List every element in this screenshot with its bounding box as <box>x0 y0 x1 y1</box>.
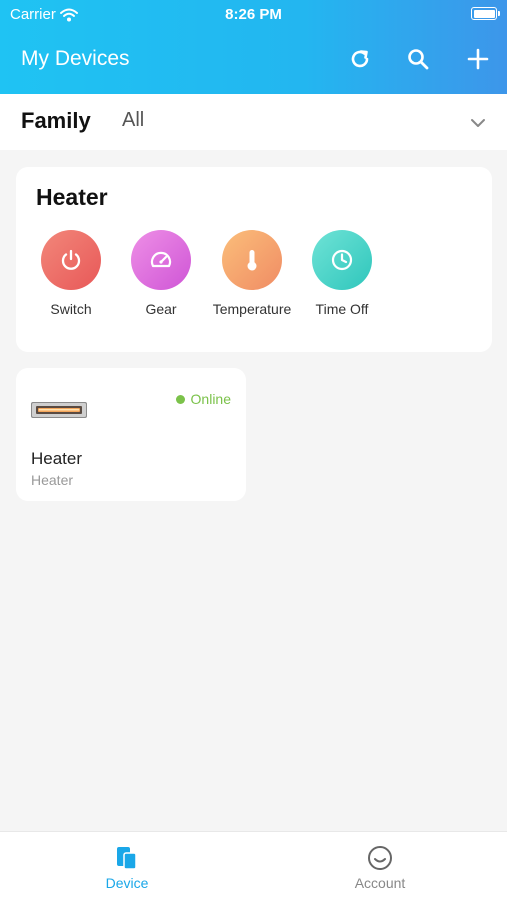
bottom-nav: Device Account <box>0 831 507 900</box>
online-dot <box>175 394 185 404</box>
action-temperature[interactable]: Temperature <box>212 230 292 317</box>
device-subtitle: Heater <box>31 472 74 488</box>
tab-all[interactable]: All <box>122 109 144 132</box>
nav-label-device: Device <box>105 875 149 891</box>
add-icon[interactable] <box>465 46 491 72</box>
status-bar: Carrier 8:26 PM <box>0 0 507 28</box>
refresh-icon[interactable] <box>347 46 373 72</box>
search-icon[interactable] <box>405 46 431 72</box>
thermometer-icon <box>222 230 282 290</box>
scene-title: Heater <box>36 184 108 210</box>
status-badge: Online <box>175 391 231 407</box>
action-label: Switch <box>50 301 92 317</box>
page-title: My Devices <box>21 47 130 70</box>
device-card[interactable]: Online Heater Heater <box>16 368 246 501</box>
clock-icon <box>312 230 372 290</box>
scene-card: Heater Switch Gear Temperature Time Off <box>16 167 492 352</box>
room-tabs: Family All <box>0 94 507 150</box>
action-label: Time Off <box>315 301 369 317</box>
action-label: Temperature <box>212 301 292 317</box>
nav-account[interactable]: Account <box>320 844 440 891</box>
device-icon <box>67 844 187 872</box>
chevron-down-icon[interactable] <box>467 112 489 134</box>
action-gear[interactable]: Gear <box>121 230 201 317</box>
status-time: 8:26 PM <box>225 6 282 23</box>
heater-device-image <box>31 402 87 418</box>
status-label: Online <box>190 391 231 407</box>
tab-family[interactable]: Family <box>21 108 91 134</box>
action-label: Gear <box>145 301 177 317</box>
power-icon <box>41 230 101 290</box>
smile-icon <box>320 844 440 872</box>
action-time-off[interactable]: Time Off <box>302 230 382 317</box>
nav-device[interactable]: Device <box>67 844 187 891</box>
action-switch[interactable]: Switch <box>31 230 111 317</box>
nav-label-account: Account <box>354 875 406 891</box>
app-header: Carrier 8:26 PM My Devices <box>0 0 507 94</box>
gauge-icon <box>131 230 191 290</box>
battery-icon <box>471 7 500 20</box>
device-name: Heater <box>31 449 83 468</box>
